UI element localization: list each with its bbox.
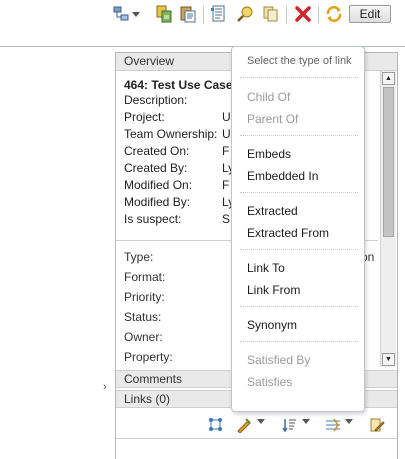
links-toolbar (116, 409, 397, 439)
link-type-menu: Select the type of link Child Of Parent … (231, 46, 365, 412)
is-suspect-value: S (222, 212, 231, 226)
copy-artifact-icon[interactable] (155, 5, 173, 23)
type-label: Type: (124, 250, 154, 264)
duplicate-icon[interactable] (262, 5, 280, 23)
scroll-up-icon[interactable]: ▲ (382, 72, 395, 85)
add-link-icon[interactable] (236, 417, 252, 434)
menu-item-embedded-in[interactable]: Embedded In (247, 169, 318, 183)
refresh-icon[interactable] (325, 5, 343, 23)
filter-caret-icon[interactable] (345, 419, 353, 424)
menu-item-embeds[interactable]: Embeds (247, 147, 291, 161)
menu-separator (240, 341, 358, 342)
created-by-label: Created By: (124, 161, 188, 175)
menu-item-satisfies: Satisfies (247, 375, 293, 389)
menu-separator (240, 192, 358, 193)
overview-scrollbar[interactable]: ▲ ▼ (380, 71, 396, 367)
menu-item-extracted[interactable]: Extracted (247, 204, 298, 218)
edit-links-icon[interactable] (369, 417, 385, 433)
hierarchy-icon[interactable] (113, 5, 131, 23)
format-label: Format: (124, 270, 166, 284)
menu-separator (240, 135, 358, 136)
delete-icon[interactable] (294, 5, 312, 23)
sort-caret-icon[interactable] (302, 419, 310, 424)
is-suspect-label: Is suspect: (124, 212, 182, 226)
menu-item-link-to[interactable]: Link To (247, 261, 285, 275)
sort-icon[interactable] (282, 417, 298, 433)
project-value: U (222, 110, 231, 124)
menu-item-child-of: Child Of (247, 90, 291, 104)
find-icon[interactable] (236, 5, 254, 23)
filter-icon[interactable] (325, 417, 341, 433)
priority-label: Priority: (124, 290, 165, 304)
modified-by-label: Modified By: (124, 195, 191, 209)
project-label: Project: (124, 110, 165, 124)
status-label: Status: (124, 310, 162, 324)
team-ownership-label: Team Ownership: (124, 127, 218, 141)
description-label: Description: (124, 93, 188, 107)
menu-item-satisfied-by: Satisfied By (247, 353, 311, 367)
menu-item-extracted-from[interactable]: Extracted From (247, 226, 329, 240)
main-toolbar: Edit (0, 0, 405, 34)
menu-separator (240, 249, 358, 250)
add-link-caret-icon[interactable] (257, 419, 265, 424)
team-ownership-value: U (222, 127, 231, 141)
edit-button[interactable]: Edit (349, 5, 391, 23)
menu-item-link-from[interactable]: Link From (247, 283, 300, 297)
scrollbar-thumb[interactable] (383, 87, 394, 237)
toolbar-separator (286, 6, 287, 24)
dropdown-caret-icon[interactable] (131, 8, 141, 18)
menu-separator (240, 306, 358, 307)
scroll-down-icon[interactable]: ▼ (382, 353, 395, 366)
property-label: Property: (124, 350, 173, 364)
properties-icon[interactable] (210, 5, 228, 23)
menu-item-parent-of: Parent Of (247, 112, 299, 126)
toolbar-separator (203, 6, 204, 24)
menu-item-synonym[interactable]: Synonym (247, 318, 297, 332)
expand-chevron-icon[interactable]: › (103, 381, 107, 393)
paste-icon[interactable] (179, 5, 197, 23)
modified-on-value: F (222, 178, 230, 192)
menu-separator (240, 77, 358, 78)
created-on-label: Created On: (124, 144, 190, 158)
toolbar-separator (318, 6, 319, 24)
modified-on-label: Modified On: (124, 178, 193, 192)
owner-label: Owner: (124, 330, 163, 344)
link-menu-heading: Select the type of link (247, 55, 352, 67)
created-on-value: F (222, 144, 230, 158)
link-hierarchy-icon[interactable] (208, 417, 224, 433)
artifact-title: 464: Test Use Case (124, 78, 233, 92)
